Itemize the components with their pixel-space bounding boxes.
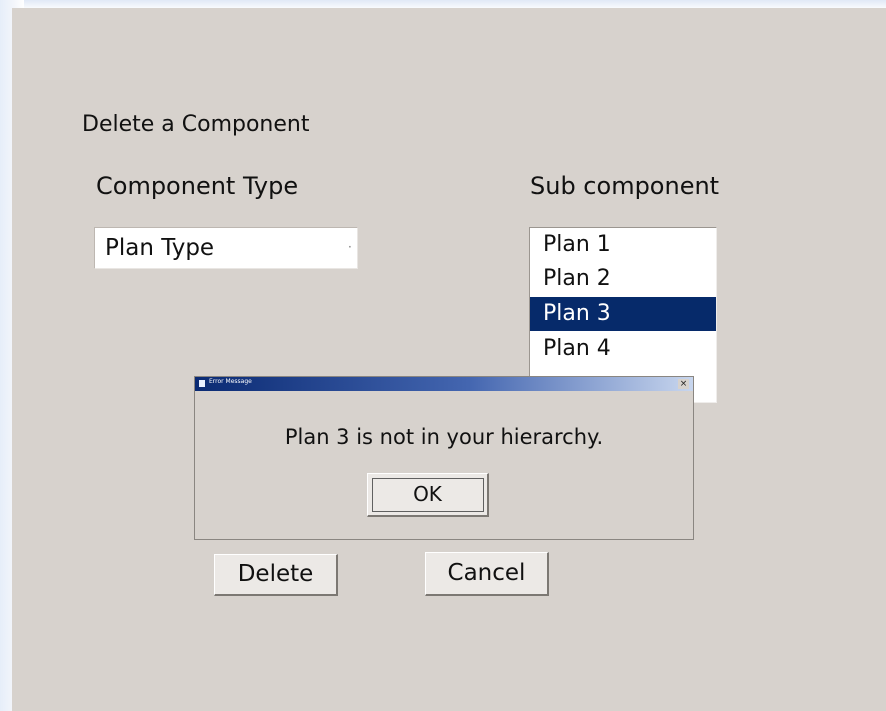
dialog-title-bar[interactable]: Error Message × [195,377,693,391]
list-item[interactable]: Plan 4 [530,332,716,366]
screenshot-page: Delete a Component Component Type Sub co… [0,0,886,711]
ok-button[interactable]: OK [367,473,489,517]
close-icon[interactable]: × [678,379,689,389]
dialog-title: Error Message [209,378,252,385]
list-item-selected[interactable]: Plan 3 [530,297,716,331]
cancel-button[interactable]: Cancel [425,552,549,596]
error-dialog: Error Message × Plan 3 is not in your hi… [194,376,694,540]
dialog-message: Plan 3 is not in your hierarchy. [284,425,604,449]
app-icon [199,380,205,387]
delete-button[interactable]: Delete [214,554,338,596]
list-item[interactable]: Plan 1 [530,228,716,262]
component-type-value: Plan Type [105,235,215,261]
sub-component-label: Sub component [530,172,720,200]
form-title: Delete a Component [82,112,310,137]
component-type-select[interactable]: Plan Type · [94,227,358,269]
list-item[interactable]: Plan 2 [530,262,716,296]
chevron-down-icon[interactable]: · [348,239,352,255]
component-type-label: Component Type [96,172,299,200]
